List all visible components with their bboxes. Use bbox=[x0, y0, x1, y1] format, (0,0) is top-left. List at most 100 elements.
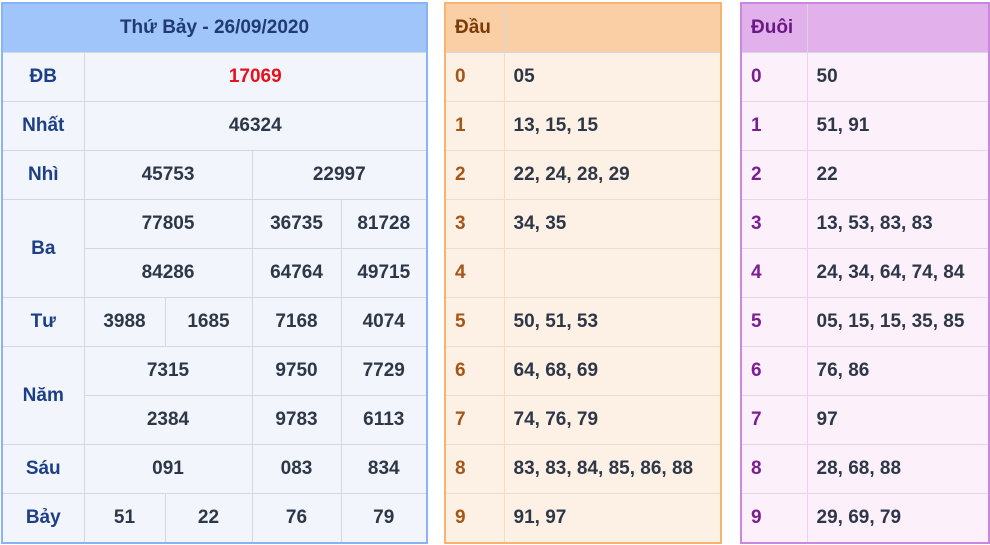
prize-value: 6113 bbox=[340, 395, 428, 445]
prize-label-sau: Sáu bbox=[1, 444, 85, 494]
table-row: 2 22, 24, 28, 29 bbox=[444, 150, 722, 200]
dau-key: 3 bbox=[444, 199, 505, 249]
duoi-key: 3 bbox=[740, 199, 808, 249]
table-row: 7 97 bbox=[740, 395, 990, 445]
table-row: 0 05 bbox=[444, 52, 722, 102]
table-row: Bảy 51 22 76 79 bbox=[1, 493, 428, 544]
prize-value: 49715 bbox=[340, 248, 428, 298]
duoi-values: 29, 69, 79 bbox=[806, 493, 990, 544]
table-row: Năm 7315 9750 7729 bbox=[1, 346, 428, 445]
prize-value: 7168 bbox=[251, 297, 342, 347]
prize-value: 7315 bbox=[83, 346, 253, 396]
prize-value: 77805 bbox=[83, 199, 253, 249]
dau-header: Đầu bbox=[444, 2, 505, 53]
dau-table: Đầu 0 05 1 13, 15, 15 2 22, 24, 28, 29 3 34,… bbox=[444, 2, 722, 544]
table-row: Sáu 091 083 834 bbox=[1, 444, 428, 494]
results-title: Thứ Bảy - 26/09/2020 bbox=[1, 2, 428, 53]
duoi-key: 4 bbox=[740, 248, 808, 298]
prize-value: 9750 bbox=[251, 346, 342, 396]
duoi-header: Đuôi bbox=[740, 2, 808, 53]
prize-value: 4074 bbox=[340, 297, 428, 347]
prize-value: 7729 bbox=[340, 346, 428, 396]
dau-values: 50, 51, 53 bbox=[503, 297, 722, 347]
prize-label-db: ĐB bbox=[1, 52, 85, 102]
prize-label-nhi: Nhì bbox=[1, 150, 85, 200]
duoi-key: 6 bbox=[740, 346, 808, 396]
table-row: 0 50 bbox=[740, 52, 990, 102]
table-row: 9 29, 69, 79 bbox=[740, 493, 990, 544]
dau-key: 4 bbox=[444, 248, 505, 298]
prize-value: 1685 bbox=[164, 297, 253, 347]
table-row: Tư 3988 1685 7168 4074 bbox=[1, 297, 428, 347]
duoi-values: 22 bbox=[806, 150, 990, 200]
prize-value: 64764 bbox=[251, 248, 342, 298]
dau-values bbox=[503, 248, 722, 298]
table-row: 6 64, 68, 69 bbox=[444, 346, 722, 396]
dau-values: 22, 24, 28, 29 bbox=[503, 150, 722, 200]
table-row: 4 24, 34, 64, 74, 84 bbox=[740, 248, 990, 298]
table-row: 6 76, 86 bbox=[740, 346, 990, 396]
duoi-values: 24, 34, 64, 74, 84 bbox=[806, 248, 990, 298]
prize-value: 51 bbox=[83, 493, 166, 544]
prize-value: 76 bbox=[251, 493, 342, 544]
dau-key: 9 bbox=[444, 493, 505, 544]
duoi-key: 1 bbox=[740, 101, 808, 151]
prize-label-tu: Tư bbox=[1, 297, 85, 347]
table-row: 7 74, 76, 79 bbox=[444, 395, 722, 445]
special-prize-value: 17069 bbox=[83, 52, 428, 102]
lottery-results-table: Thứ Bảy - 26/09/2020 ĐB 17069 Nhất 46324… bbox=[1, 2, 428, 544]
prize-label-nam: Năm bbox=[1, 346, 85, 445]
dau-key: 5 bbox=[444, 297, 505, 347]
prize-value: 2384 bbox=[83, 395, 253, 445]
dau-key: 7 bbox=[444, 395, 505, 445]
prize-value: 22997 bbox=[251, 150, 428, 200]
dau-key: 8 bbox=[444, 444, 505, 494]
dau-values: 64, 68, 69 bbox=[503, 346, 722, 396]
table-row: 2 22 bbox=[740, 150, 990, 200]
duoi-key: 8 bbox=[740, 444, 808, 494]
table-row: ĐB 17069 bbox=[1, 52, 428, 102]
duoi-header-blank bbox=[806, 2, 990, 53]
duoi-values: 97 bbox=[806, 395, 990, 445]
table-row: Nhất 46324 bbox=[1, 101, 428, 151]
prize-value: 36735 bbox=[251, 199, 342, 249]
dau-header-blank bbox=[503, 2, 722, 53]
dau-key: 2 bbox=[444, 150, 505, 200]
duoi-values: 13, 53, 83, 83 bbox=[806, 199, 990, 249]
prize-value: 091 bbox=[83, 444, 253, 494]
prize-label-nhat: Nhất bbox=[1, 101, 85, 151]
dau-key: 1 bbox=[444, 101, 505, 151]
duoi-key: 0 bbox=[740, 52, 808, 102]
table-row: 9 91, 97 bbox=[444, 493, 722, 544]
prize-value: 3988 bbox=[83, 297, 166, 347]
prize-value: 22 bbox=[164, 493, 253, 544]
table-row: 3 13, 53, 83, 83 bbox=[740, 199, 990, 249]
duoi-values: 50 bbox=[806, 52, 990, 102]
prize-value: 083 bbox=[251, 444, 342, 494]
dau-values: 05 bbox=[503, 52, 722, 102]
duoi-key: 9 bbox=[740, 493, 808, 544]
table-row: 4 bbox=[444, 248, 722, 298]
duoi-values: 28, 68, 88 bbox=[806, 444, 990, 494]
table-row: 1 51, 91 bbox=[740, 101, 990, 151]
dau-values: 91, 97 bbox=[503, 493, 722, 544]
duoi-values: 76, 86 bbox=[806, 346, 990, 396]
duoi-table: Đuôi 0 50 1 51, 91 2 22 3 13, 53, 83, 83 4 24… bbox=[740, 2, 990, 544]
table-row: 8 83, 83, 84, 85, 86, 88 bbox=[444, 444, 722, 494]
dau-values: 34, 35 bbox=[503, 199, 722, 249]
table-row: 3 34, 35 bbox=[444, 199, 722, 249]
dau-values: 83, 83, 84, 85, 86, 88 bbox=[503, 444, 722, 494]
prize-value: 9783 bbox=[251, 395, 342, 445]
table-row: Ba 77805 36735 81728 bbox=[1, 199, 428, 298]
duoi-values: 05, 15, 15, 35, 85 bbox=[806, 297, 990, 347]
table-row: 8 28, 68, 88 bbox=[740, 444, 990, 494]
prize-label-ba: Ba bbox=[1, 199, 85, 298]
prize-value: 46324 bbox=[83, 101, 428, 151]
prize-value: 81728 bbox=[340, 199, 428, 249]
duoi-key: 7 bbox=[740, 395, 808, 445]
prize-value: 79 bbox=[340, 493, 428, 544]
prize-label-bay: Bảy bbox=[1, 493, 85, 544]
table-row: Nhì 45753 22997 bbox=[1, 150, 428, 200]
duoi-key: 5 bbox=[740, 297, 808, 347]
duoi-key: 2 bbox=[740, 150, 808, 200]
